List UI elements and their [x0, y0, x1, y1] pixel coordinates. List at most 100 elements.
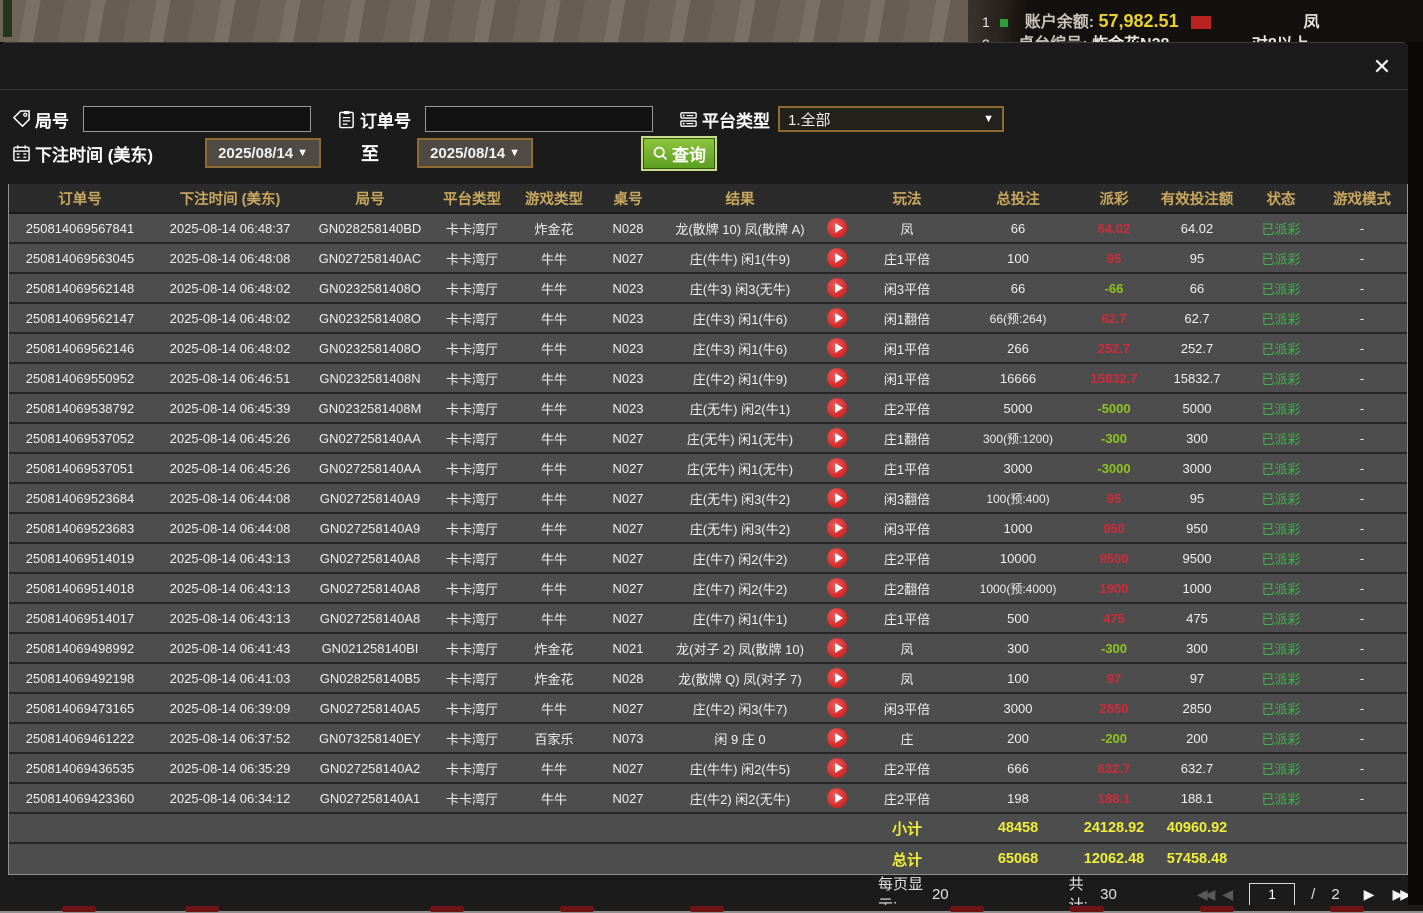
- lobby-chip: [1330, 906, 1364, 912]
- cell-valid: 95: [1151, 491, 1243, 506]
- cell-game: 炸金花: [513, 639, 595, 658]
- replay-button[interactable]: [827, 548, 847, 568]
- replay-button[interactable]: [827, 248, 847, 268]
- close-icon[interactable]: ✕: [1368, 53, 1396, 81]
- col-header-tableno: 桌号: [595, 188, 661, 209]
- platform-type-select[interactable]: 1.全部 ▼: [778, 106, 1004, 132]
- cell-status: 已派彩: [1243, 219, 1319, 238]
- total-bet: 65068: [959, 851, 1077, 867]
- cell-order: 250814069423360: [9, 791, 151, 806]
- date-to-select[interactable]: 2025/08/14 ▼: [417, 138, 533, 168]
- cell-platform: 卡卡湾厅: [431, 519, 513, 538]
- replay-button[interactable]: [827, 398, 847, 418]
- cell-platform: 卡卡湾厅: [431, 579, 513, 598]
- replay-button[interactable]: [827, 788, 847, 808]
- page-number-input[interactable]: 1: [1249, 883, 1295, 906]
- search-button[interactable]: 查询: [643, 138, 715, 169]
- order-no-input[interactable]: [425, 106, 653, 132]
- replay-button[interactable]: [827, 578, 847, 598]
- replay-button[interactable]: [827, 278, 847, 298]
- cell-order: 250814069492198: [9, 671, 151, 686]
- replay-button[interactable]: [827, 458, 847, 478]
- last-page-icon[interactable]: ▶▶: [1392, 886, 1408, 903]
- cell-round: GN028258140B5: [309, 671, 431, 686]
- cell-game: 牛牛: [513, 429, 595, 448]
- table-body: 2508140695678412025-08-14 06:48:37GN0282…: [9, 214, 1407, 814]
- cell-round: GN027258140A9: [309, 521, 431, 536]
- replay-button[interactable]: [827, 638, 847, 658]
- table-row: 2508140695630452025-08-14 06:48:08GN0272…: [9, 244, 1407, 274]
- cell-mode: -: [1319, 281, 1405, 296]
- table-row: 2508140695678412025-08-14 06:48:37GN0282…: [9, 214, 1407, 244]
- cell-mode: -: [1319, 761, 1405, 776]
- lobby-side-text-1: 凤: [1303, 14, 1319, 31]
- replay-button[interactable]: [827, 668, 847, 688]
- cell-platform: 卡卡湾厅: [431, 549, 513, 568]
- cell-tableno: N021: [595, 641, 661, 656]
- replay-button[interactable]: [827, 698, 847, 718]
- cell-play: 庄: [855, 729, 959, 748]
- cell-time: 2025-08-14 06:41:03: [151, 671, 309, 686]
- cell-payout: 95: [1077, 491, 1151, 506]
- table-row: 2508140695370522025-08-14 06:45:26GN0272…: [9, 424, 1407, 454]
- col-header-platform: 平台类型: [431, 188, 513, 209]
- cell-order: 250814069562146: [9, 341, 151, 356]
- round-no-label-group: 局号: [12, 107, 69, 132]
- search-icon: [652, 145, 669, 162]
- cell-game: 牛牛: [513, 519, 595, 538]
- cell-valid: 200: [1151, 731, 1243, 746]
- replay-button[interactable]: [827, 728, 847, 748]
- cell-result: 庄(无牛) 闲3(牛2): [661, 489, 819, 508]
- cell-tableno: N027: [595, 611, 661, 626]
- replay-button[interactable]: [827, 518, 847, 538]
- cell-valid: 15832.7: [1151, 371, 1243, 386]
- cell-status: 已派彩: [1243, 489, 1319, 508]
- cell-mode: -: [1319, 581, 1405, 596]
- cell-play: 庄2平倍: [855, 399, 959, 418]
- cell-bet: 200: [959, 731, 1077, 746]
- cell-tableno: N027: [595, 761, 661, 776]
- total-row: 总计 65068 12062.48 57458.48: [9, 844, 1407, 874]
- replay-button[interactable]: [827, 428, 847, 448]
- cell-game: 牛牛: [513, 549, 595, 568]
- cell-order: 250814069473165: [9, 701, 151, 716]
- order-no-label-group: 订单号: [337, 107, 411, 132]
- cell-payout: -66: [1077, 281, 1151, 296]
- cell-time: 2025-08-14 06:45:26: [151, 461, 309, 476]
- cell-valid: 188.1: [1151, 791, 1243, 806]
- replay-button[interactable]: [827, 488, 847, 508]
- cell-round: GN027258140AA: [309, 431, 431, 446]
- replay-button[interactable]: [827, 758, 847, 778]
- cell-valid: 9500: [1151, 551, 1243, 566]
- table-row: 2508140695140182025-08-14 06:43:13GN0272…: [9, 574, 1407, 604]
- replay-button[interactable]: [827, 338, 847, 358]
- search-button-label: 查询: [672, 141, 706, 166]
- replay-button[interactable]: [827, 308, 847, 328]
- table-row: 2508140695140172025-08-14 06:43:13GN0272…: [9, 604, 1407, 634]
- next-page-icon[interactable]: ▶: [1364, 886, 1375, 903]
- table-row: 2508140694989922025-08-14 06:41:43GN0212…: [9, 634, 1407, 664]
- cell-bet: 198: [959, 791, 1077, 806]
- replay-button[interactable]: [827, 368, 847, 388]
- cell-round: GN027258140AC: [309, 251, 431, 266]
- cell-mode: -: [1319, 791, 1405, 806]
- replay-button[interactable]: [827, 608, 847, 628]
- prev-page-icon[interactable]: ◀: [1222, 886, 1233, 903]
- replay-button[interactable]: [827, 218, 847, 238]
- dialog-titlebar: ✕: [0, 43, 1408, 89]
- cell-valid: 1000: [1151, 581, 1243, 596]
- date-from-select[interactable]: 2025/08/14 ▼: [205, 138, 321, 168]
- cell-mode: -: [1319, 401, 1405, 416]
- total-payout: 12062.48: [1077, 851, 1151, 867]
- cell-payout: 64.02: [1077, 221, 1151, 236]
- cell-result: 庄(牛7) 闲2(牛2): [661, 579, 819, 598]
- cell-tableno: N023: [595, 371, 661, 386]
- cell-round: GN0232581408O: [309, 281, 431, 296]
- first-page-icon[interactable]: ◀◀: [1197, 886, 1213, 903]
- round-no-input[interactable]: [83, 106, 311, 132]
- cell-status: 已派彩: [1243, 279, 1319, 298]
- table-row: 2508140695621462025-08-14 06:48:02GN0232…: [9, 334, 1407, 364]
- cell-status: 已派彩: [1243, 789, 1319, 808]
- cell-order: 250814069537051: [9, 461, 151, 476]
- bet-time-label-group: 下注时间 (美东): [12, 141, 153, 166]
